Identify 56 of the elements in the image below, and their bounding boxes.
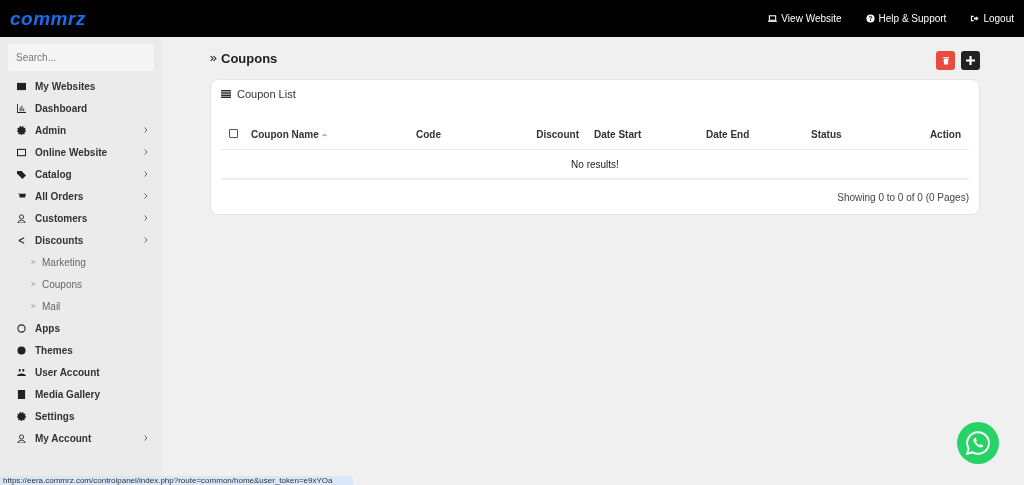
sidebar-item[interactable]: My Websites [0,75,162,97]
double-chevron-icon [31,260,36,264]
circle-icon [17,323,26,333]
column-header[interactable]: Status [811,129,842,140]
submenu-item[interactable]: Coupons [42,278,83,290]
sidebar-item[interactable]: Discounts [0,229,162,251]
column-header[interactable]: Code [416,129,441,140]
header-link[interactable]: Help & Support [865,13,947,24]
submenu-item[interactable]: Mail [42,300,61,312]
submenu-item[interactable]: Marketing [42,256,86,268]
sidebar-item[interactable]: User Account [0,361,162,383]
user-icon [17,213,26,223]
help-icon [865,14,875,23]
header-link[interactable]: Logout [970,13,1014,24]
plus-icon [966,55,975,65]
double-chevron-icon [210,54,217,62]
sidebar-item[interactable]: Apps [0,317,162,339]
sidebar-item[interactable]: My Account [0,427,162,449]
sidebar-item[interactable]: Media Gallery [0,383,162,405]
logout-icon [970,14,980,23]
laptop-icon [768,14,778,23]
gear-icon [17,125,26,135]
double-chevron-icon [31,304,36,308]
header-link[interactable]: View Website [768,13,842,24]
card-title: Coupon List [237,87,296,100]
tags-icon [17,169,26,179]
add-button[interactable] [961,50,980,70]
logo[interactable]: commrz [10,7,86,30]
chart-icon [17,103,26,113]
sidebar-item[interactable]: Catalog [0,163,162,185]
select-all-checkbox[interactable] [229,129,238,138]
search-field[interactable]: Search... [8,44,154,71]
gear-icon [17,411,26,421]
page-title: Coupons [221,50,278,66]
sidebar-item[interactable]: Customers [0,207,162,229]
sort-ascending-icon [321,133,327,138]
sidebar-item[interactable]: Settings [0,405,162,427]
delete-button[interactable] [936,50,955,70]
sidebar-item[interactable]: All Orders [0,185,162,207]
column-header[interactable]: Action [929,129,961,140]
column-header[interactable]: Discount [536,129,579,140]
double-chevron-icon [31,282,36,286]
column-header[interactable]: Date End [706,129,750,140]
column-header[interactable]: Date Start [594,129,642,140]
empty-message: No results! [221,150,969,180]
column-header[interactable]: Coupon Name [251,129,327,140]
trash-icon [941,55,950,65]
user-icon [17,433,26,443]
sidebar-item[interactable]: Admin [0,119,162,141]
pagination-summary: Showing 0 to 0 of 0 (0 Pages) [837,191,969,203]
card-icon [17,147,26,157]
status-url: https://eera.commrz.com/controlpanel/index.php?route=common/home&user_token=e9xYOa [0,476,353,485]
phone-icon [966,431,990,455]
sidebar-item[interactable]: Online Website [0,141,162,163]
sidebar-item[interactable]: Dashboard [0,97,162,119]
sidebar-item[interactable]: Themes [0,339,162,361]
